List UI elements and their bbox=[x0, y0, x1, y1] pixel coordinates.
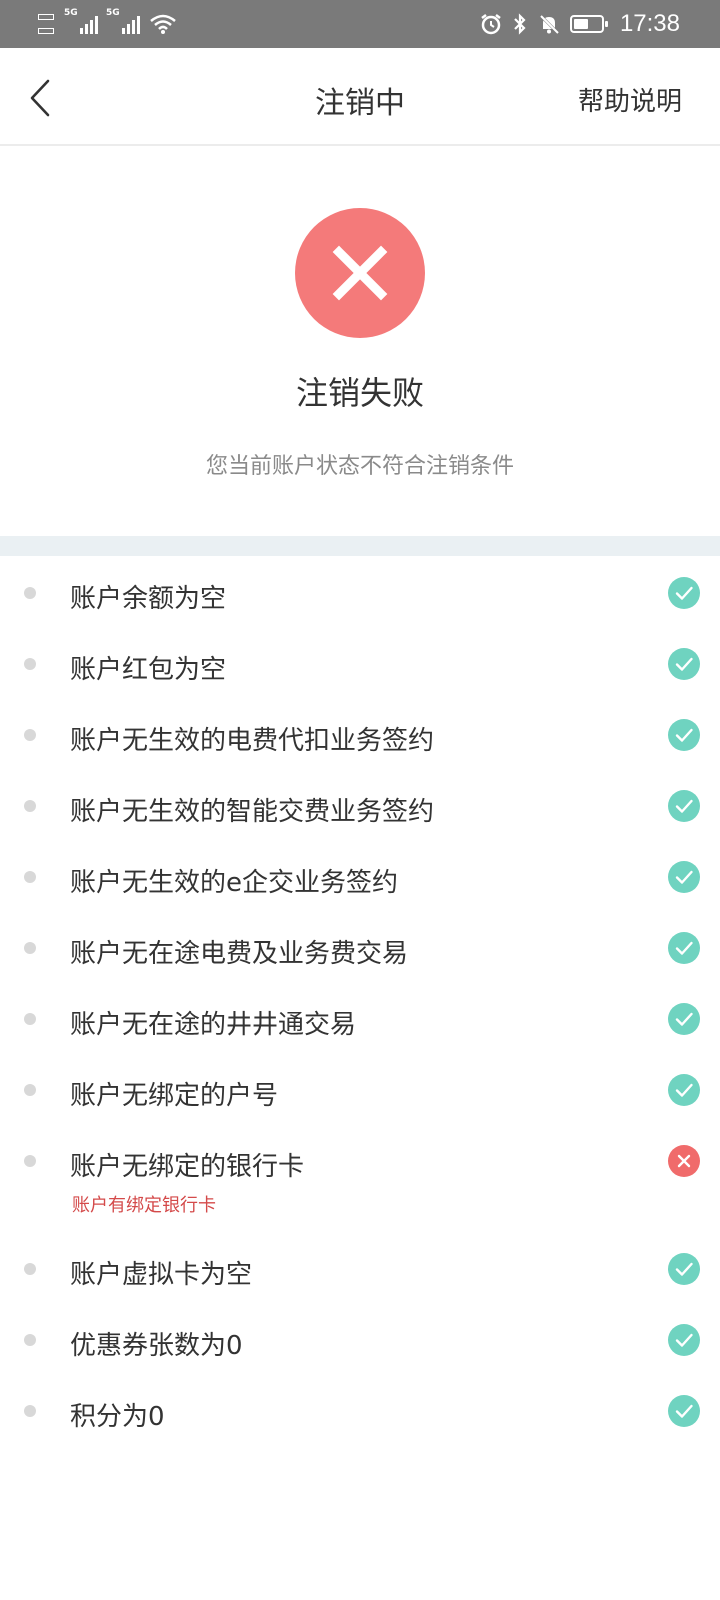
bullet-dot bbox=[24, 1405, 36, 1417]
help-button[interactable]: 帮助说明 bbox=[578, 81, 682, 118]
condition-item: 账户无生效的智能交费业务签约 bbox=[0, 769, 720, 840]
bullet-dot bbox=[24, 1013, 36, 1025]
condition-label: 账户无绑定的户号 bbox=[70, 1081, 279, 1111]
battery-level bbox=[573, 19, 589, 29]
bullet-dot bbox=[24, 1084, 36, 1096]
status-bar: 5G 5G 17:38 bbox=[0, 0, 720, 48]
bullet-dot bbox=[24, 1334, 36, 1346]
condition-label: 优惠券张数为0 bbox=[70, 1331, 243, 1361]
checkmark-icon bbox=[675, 1083, 693, 1097]
fail-status-icon bbox=[295, 208, 425, 338]
status-right: 17:38 bbox=[480, 10, 680, 38]
bullet-dot bbox=[24, 800, 36, 812]
checkmark-icon bbox=[675, 941, 693, 955]
condition-list: 账户余额为空 账户红包为空账户无生效的电费代扣业务签约 账户无生效的智能交费业务签约… bbox=[0, 556, 720, 1445]
bluetooth-icon bbox=[514, 13, 526, 35]
condition-item: 账户红包为空 bbox=[0, 627, 720, 698]
battery-icon bbox=[569, 15, 608, 33]
condition-item: 账户无绑定的银行卡账户有绑定银行卡 bbox=[0, 1124, 720, 1232]
status-left: 5G 5G bbox=[38, 8, 176, 34]
checkmark-icon bbox=[675, 1333, 693, 1347]
condition-label: 账户无生效的电费代扣业务签约 bbox=[70, 726, 435, 756]
condition-item: 账户无在途的井井通交易 bbox=[0, 982, 720, 1053]
condition-label: 账户无生效的智能交费业务签约 bbox=[70, 797, 435, 827]
condition-label: 账户无绑定的银行卡 bbox=[70, 1152, 305, 1182]
wifi-icon bbox=[150, 14, 176, 34]
checkmark-icon bbox=[675, 657, 693, 671]
mute-icon bbox=[538, 13, 559, 35]
result-section: 注销失败 您当前账户状态不符合注销条件 bbox=[0, 146, 720, 536]
check-passed-icon bbox=[668, 648, 700, 680]
bullet-dot bbox=[24, 729, 36, 741]
condition-item: 账户无生效的e企交业务签约 bbox=[0, 840, 720, 911]
checkmark-icon bbox=[675, 799, 693, 813]
checkmark-icon bbox=[675, 1012, 693, 1026]
condition-item: 账户无绑定的户号 bbox=[0, 1053, 720, 1124]
bullet-dot bbox=[24, 587, 36, 599]
bullet-dot bbox=[24, 1263, 36, 1275]
signal-icon-sim1: 5G bbox=[64, 8, 98, 34]
condition-label: 积分为0 bbox=[70, 1402, 165, 1432]
bullet-dot bbox=[24, 658, 36, 670]
condition-item: 优惠券张数为0 bbox=[0, 1303, 720, 1374]
checkmark-icon bbox=[675, 586, 693, 600]
check-passed-icon bbox=[668, 1253, 700, 1285]
check-passed-icon bbox=[668, 932, 700, 964]
check-passed-icon bbox=[668, 1003, 700, 1035]
condition-label: 账户无在途电费及业务费交易 bbox=[70, 939, 409, 969]
signal-icon-sim2: 5G bbox=[106, 8, 140, 34]
condition-label: 账户无在途的井井通交易 bbox=[70, 1010, 357, 1040]
result-title: 注销失败 bbox=[295, 374, 424, 412]
network-type-label: 5G bbox=[106, 8, 120, 18]
check-passed-icon bbox=[668, 1324, 700, 1356]
check-passed-icon bbox=[668, 790, 700, 822]
bullet-dot bbox=[24, 871, 36, 883]
condition-label: 账户虚拟卡为空 bbox=[70, 1260, 253, 1290]
checkmark-icon bbox=[675, 1404, 693, 1418]
condition-label: 账户余额为空 bbox=[70, 584, 227, 614]
section-divider bbox=[0, 536, 720, 556]
check-passed-icon bbox=[668, 719, 700, 751]
clock: 17:38 bbox=[619, 10, 680, 37]
condition-item: 积分为0 bbox=[0, 1374, 720, 1445]
result-description: 您当前账户状态不符合注销条件 bbox=[205, 454, 514, 479]
check-passed-icon bbox=[668, 1395, 700, 1427]
condition-label: 账户无生效的e企交业务签约 bbox=[70, 868, 398, 898]
condition-item: 账户虚拟卡为空 bbox=[0, 1232, 720, 1303]
check-passed-icon bbox=[668, 1074, 700, 1106]
condition-item: 账户余额为空 bbox=[0, 556, 720, 627]
checkmark-icon bbox=[675, 1262, 693, 1276]
close-icon bbox=[332, 245, 388, 301]
checkmark-icon bbox=[675, 870, 693, 884]
nav-bar: 注销中 帮助说明 bbox=[0, 48, 720, 146]
dual-sim-icon bbox=[38, 14, 56, 34]
alarm-icon bbox=[481, 14, 501, 35]
check-passed-icon bbox=[668, 861, 700, 893]
condition-label: 账户红包为空 bbox=[70, 655, 227, 685]
condition-item: 账户无生效的电费代扣业务签约 bbox=[0, 698, 720, 769]
close-icon bbox=[677, 1154, 691, 1168]
network-type-label: 5G bbox=[64, 8, 78, 18]
bullet-dot bbox=[24, 1155, 36, 1167]
checkmark-icon bbox=[675, 728, 693, 742]
check-failed-icon bbox=[668, 1145, 700, 1177]
check-passed-icon bbox=[668, 577, 700, 609]
bullet-dot bbox=[24, 942, 36, 954]
condition-item: 账户无在途电费及业务费交易 bbox=[0, 911, 720, 982]
condition-error-note: 账户有绑定银行卡 bbox=[72, 1195, 216, 1216]
